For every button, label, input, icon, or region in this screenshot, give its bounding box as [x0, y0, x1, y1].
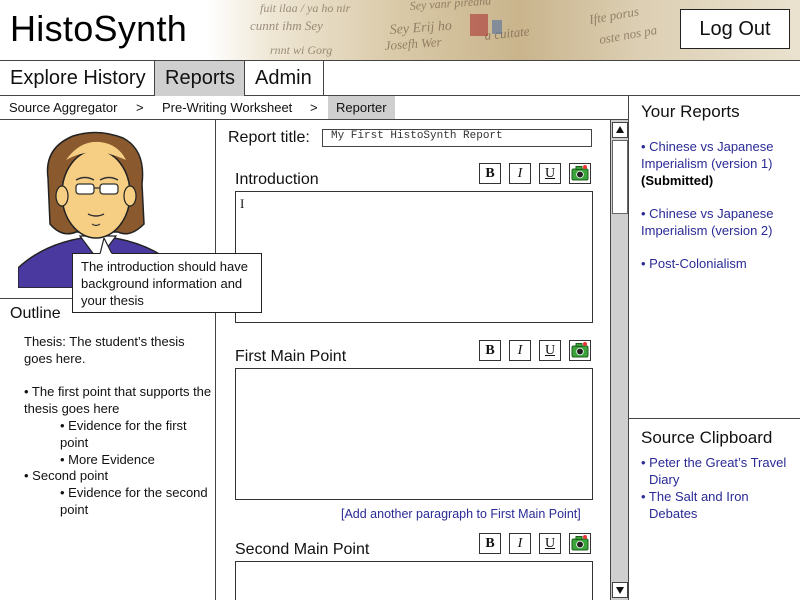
mascot-speech-bubble: The introduction should have background … [72, 253, 262, 313]
outline-point: • Second point [24, 468, 109, 484]
svg-text:cunnt ihm Sey: cunnt ihm Sey [250, 18, 323, 33]
tab-explore-history[interactable]: Explore History [0, 61, 155, 96]
report-title-input[interactable]: My First HistoSynth Report [322, 129, 592, 147]
section-title-first-main-point: First Main Point [235, 348, 347, 365]
insert-image-button[interactable] [569, 533, 591, 554]
italic-button[interactable]: I [509, 533, 531, 554]
outline-evidence: • Evidence for the first point [60, 417, 187, 450]
section-title-introduction: Introduction [235, 171, 319, 188]
clipboard-source-link[interactable]: • The Salt and Iron Debates [641, 488, 799, 522]
breadcrumb-source-aggregator[interactable]: Source Aggregator [9, 96, 117, 119]
outline-title: Outline [10, 305, 61, 322]
report-status-badge: (Submitted) [641, 173, 714, 188]
source-clipboard-title: Source Clipboard [641, 428, 773, 447]
insert-image-button[interactable] [569, 163, 591, 184]
add-paragraph-link[interactable]: [Add another paragraph to First Main Poi… [341, 507, 581, 521]
divider [629, 418, 800, 419]
svg-text:rnnt wi Gorg: rnnt wi Gorg [270, 43, 332, 57]
report-title-label: Report title: [228, 129, 310, 146]
introduction-editor[interactable] [235, 191, 593, 323]
bold-button[interactable]: B [479, 340, 501, 361]
camera-icon [571, 165, 589, 181]
outline-thesis: Thesis: The student’s thesis goes here. [24, 334, 185, 366]
section-title-second-main-point: Second Main Point [235, 541, 370, 558]
arrow-up-icon [616, 126, 624, 133]
speech-bubble-tail [99, 238, 113, 256]
breadcrumb-separator: > [310, 100, 318, 115]
underline-button[interactable]: U [539, 533, 561, 554]
first-main-point-editor[interactable] [235, 368, 593, 500]
tab-reports[interactable]: Reports [155, 61, 245, 96]
scroll-thumb[interactable] [612, 140, 628, 214]
breadcrumb: Source Aggregator > Pre-Writing Workshee… [0, 96, 628, 120]
bold-button[interactable]: B [479, 533, 501, 554]
breadcrumb-pre-writing-worksheet[interactable]: Pre-Writing Worksheet [162, 96, 292, 119]
svg-text:Sey vanr pireand: Sey vanr pireand [409, 0, 492, 13]
editor-scrollbar[interactable] [610, 120, 628, 600]
underline-button[interactable]: U [539, 340, 561, 361]
camera-icon [571, 535, 589, 551]
divider [0, 298, 72, 299]
second-main-point-editor[interactable] [235, 561, 593, 600]
outline-point: • The first point that supports the thes… [24, 384, 212, 417]
camera-icon [571, 342, 589, 358]
arrow-down-icon [616, 587, 624, 594]
tab-admin[interactable]: Admin [245, 61, 324, 96]
main-nav: Explore History Reports Admin [0, 60, 800, 96]
clipboard-source-link[interactable]: • Peter the Great’s Travel Diary [641, 454, 799, 488]
italic-button[interactable]: I [509, 163, 531, 184]
text-cursor: I [240, 196, 245, 211]
outline-evidence: • Evidence for the second point [60, 485, 208, 517]
right-panel: Your Reports • Chinese vs Japanese Imper… [628, 96, 800, 600]
breadcrumb-separator: > [136, 100, 144, 115]
insert-image-button[interactable] [569, 340, 591, 361]
svg-text:Josefh Wer: Josefh Wer [384, 34, 443, 53]
scroll-down-button[interactable] [612, 582, 628, 598]
bold-button[interactable]: B [479, 163, 501, 184]
outline-content: Thesis: The student’s thesis goes here. … [24, 334, 214, 519]
italic-button[interactable]: I [509, 340, 531, 361]
report-link[interactable]: • Post-Colonialism [641, 255, 799, 272]
svg-text:fuit ilaa / ya ho nir: fuit ilaa / ya ho nir [260, 1, 351, 15]
underline-button[interactable]: U [539, 163, 561, 184]
breadcrumb-reporter[interactable]: Reporter [328, 96, 395, 119]
your-reports-list: • Chinese vs Japanese Imperialism (versi… [641, 138, 799, 272]
report-link[interactable]: • Chinese vs Japanese Imperialism (versi… [641, 205, 799, 239]
svg-text:a cuitate: a cuitate [484, 23, 531, 43]
header-banner: fuit ilaa / ya ho nir Sey vanr pireand c… [0, 0, 800, 60]
svg-text:oste nos pa: oste nos pa [598, 22, 659, 47]
logout-button[interactable]: Log Out [680, 9, 790, 49]
your-reports-title: Your Reports [641, 102, 740, 121]
app-title: HistoSynth [10, 8, 188, 49]
outline-evidence: • More Evidence [60, 451, 155, 467]
source-clipboard-list: • Peter the Great’s Travel Diary • The S… [641, 454, 799, 522]
scroll-up-button[interactable] [612, 122, 628, 138]
svg-text:Ifte porus: Ifte porus [587, 3, 640, 27]
report-link[interactable]: • Chinese vs Japanese Imperialism (versi… [641, 138, 799, 172]
